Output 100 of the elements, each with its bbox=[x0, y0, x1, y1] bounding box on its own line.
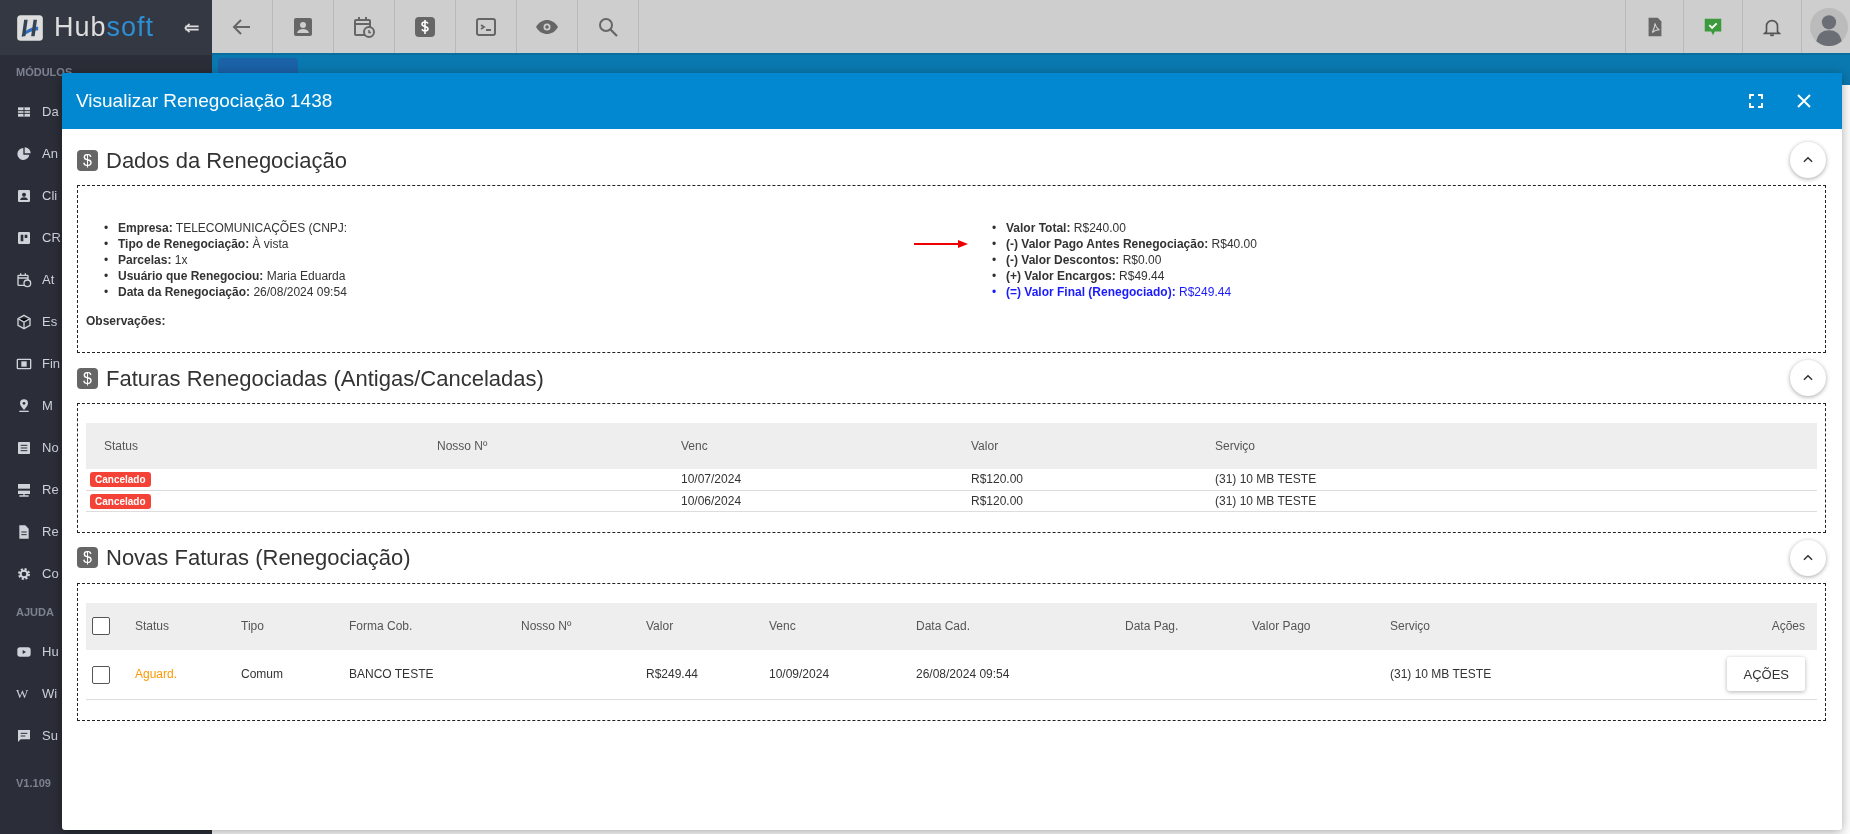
bullet: • bbox=[992, 284, 997, 300]
sidebar-item[interactable]: Co bbox=[0, 553, 62, 595]
status-badge: Cancelado bbox=[90, 472, 151, 488]
table-cell: 10/07/2024 bbox=[680, 469, 970, 490]
wiki-icon: W bbox=[16, 684, 32, 704]
modal-title: Visualizar Renegociação 1438 bbox=[76, 88, 333, 113]
logo-text: soft bbox=[106, 11, 155, 45]
column-header: Valor Pago bbox=[1251, 602, 1389, 650]
sidebar-item[interactable]: Re bbox=[0, 511, 62, 553]
total-item: (-) Valor Descontos: R$0.00 bbox=[1006, 252, 1162, 268]
fullscreen-icon bbox=[1748, 93, 1764, 109]
bullet: • bbox=[104, 220, 109, 236]
table-cell: BANCO TESTE bbox=[348, 649, 520, 700]
sidebar-item[interactable]: Fin bbox=[0, 343, 62, 385]
bullet: • bbox=[104, 284, 109, 300]
checkbox[interactable] bbox=[92, 617, 110, 636]
detail-item: Parcelas: 1x bbox=[118, 252, 188, 268]
sidebar-item[interactable]: An bbox=[0, 133, 62, 175]
logo-icon bbox=[16, 13, 44, 42]
list-icon bbox=[16, 440, 32, 456]
table-cell: R$120.00 bbox=[970, 490, 1214, 511]
dollar-icon: $ bbox=[77, 547, 98, 568]
avatar[interactable] bbox=[1810, 7, 1848, 46]
column-header: Nosso Nº bbox=[436, 423, 680, 469]
bullet: • bbox=[104, 268, 109, 284]
total-item: (-) Valor Pago Antes Renegociação: R$40.00 bbox=[1006, 236, 1257, 252]
sidebar-item[interactable]: Es bbox=[0, 301, 62, 343]
toolbar-button[interactable] bbox=[1625, 0, 1684, 53]
sidebar-item[interactable]: Su bbox=[0, 715, 62, 757]
money-icon bbox=[16, 356, 32, 372]
table-cell: (31) 10 MB TESTE bbox=[1214, 469, 1817, 490]
table-cell: R$120.00 bbox=[970, 469, 1214, 490]
total-item: Valor Total: R$240.00 bbox=[1006, 220, 1126, 236]
dollar-icon: $ bbox=[77, 367, 98, 389]
column-header: Serviço bbox=[1389, 602, 1707, 650]
sidebar-item[interactable]: Da bbox=[0, 91, 62, 133]
table-cell: 10/06/2024 bbox=[680, 490, 970, 511]
sidebar-item[interactable]: Re bbox=[0, 469, 62, 511]
dollar-icon bbox=[413, 14, 437, 39]
section-title: Dados da Renegociação bbox=[106, 146, 347, 175]
detail-item: Usuário que Renegociou: Maria Eduarda bbox=[118, 268, 346, 284]
column-header: Status bbox=[134, 602, 240, 650]
column-header: Data Cad. bbox=[915, 602, 1124, 650]
table-cell: (31) 10 MB TESTE bbox=[1389, 649, 1707, 700]
close-icon bbox=[1795, 92, 1813, 110]
sidebar-item[interactable]: At bbox=[0, 259, 62, 301]
bullet: • bbox=[992, 268, 997, 284]
column-header: Ações bbox=[1707, 602, 1817, 650]
detail-item: Data da Renegociação: 26/08/2024 09:54 bbox=[118, 284, 347, 300]
contact-card-icon bbox=[16, 188, 32, 204]
status-text: Aguard. bbox=[135, 667, 178, 682]
column-header: Data Pag. bbox=[1124, 602, 1251, 650]
sidebar-item[interactable]: Hu bbox=[0, 631, 62, 673]
sidebar-item[interactable]: Cli bbox=[0, 175, 62, 217]
grid-icon bbox=[16, 104, 32, 120]
logo-text: Hub bbox=[54, 11, 107, 45]
table-cell: (31) 10 MB TESTE bbox=[1214, 490, 1817, 511]
calendar-clock-icon bbox=[16, 272, 32, 288]
column-header: Status bbox=[86, 423, 436, 469]
actions-button[interactable]: AÇÕES bbox=[1727, 657, 1805, 692]
column-header: Venc bbox=[680, 423, 970, 469]
column-header: Tipo bbox=[240, 602, 348, 650]
bullet: • bbox=[104, 236, 109, 252]
server-icon bbox=[16, 482, 32, 498]
version-label: V1.109 bbox=[15, 776, 52, 791]
cube-icon bbox=[16, 314, 32, 330]
sidebar-item[interactable]: No bbox=[0, 427, 62, 469]
column-header: Valor bbox=[645, 602, 768, 650]
total-item: (+) Valor Encargos: R$49.44 bbox=[1006, 268, 1165, 284]
column-header: Valor bbox=[970, 423, 1214, 469]
column-header: Serviço bbox=[1214, 423, 1817, 469]
bullet: • bbox=[992, 252, 997, 268]
pie-chart-icon bbox=[16, 146, 32, 162]
file-icon bbox=[16, 524, 32, 540]
checkbox[interactable] bbox=[92, 665, 110, 684]
video-icon bbox=[16, 644, 32, 660]
dollar-icon: $ bbox=[77, 149, 98, 171]
sidebar-item[interactable]: W Wi bbox=[0, 673, 62, 715]
map-pin-icon bbox=[16, 398, 32, 414]
calendar-clock-icon bbox=[352, 14, 376, 39]
column-header: Venc bbox=[768, 602, 915, 650]
board-icon bbox=[16, 230, 32, 246]
table-cell: Comum bbox=[240, 649, 348, 700]
column-header: Nosso Nº bbox=[520, 602, 645, 650]
notes-label: Observações: bbox=[86, 313, 166, 330]
column-header: Forma Cob. bbox=[348, 602, 520, 650]
bullet: • bbox=[104, 252, 109, 268]
sidebar-item[interactable]: M bbox=[0, 385, 62, 427]
bullet: • bbox=[992, 220, 997, 236]
table-cell: 10/09/2024 bbox=[768, 649, 915, 700]
total-item: (=) Valor Final (Renegociado): R$249.44 bbox=[1006, 284, 1232, 300]
section-title: Faturas Renegociadas (Antigas/Canceladas) bbox=[106, 364, 544, 393]
table-cell: R$249.44 bbox=[645, 649, 768, 700]
bullet: • bbox=[992, 236, 997, 252]
settings-icon bbox=[16, 566, 32, 582]
table-cell: 26/08/2024 09:54 bbox=[915, 649, 1124, 700]
detail-item: Tipo de Renegociação: À vista bbox=[118, 236, 289, 252]
chat-icon bbox=[16, 728, 32, 744]
sidebar-item[interactable]: CR bbox=[0, 217, 62, 259]
detail-item: Empresa: TELECOMUNICAÇÕES (CNPJ: bbox=[118, 220, 348, 236]
